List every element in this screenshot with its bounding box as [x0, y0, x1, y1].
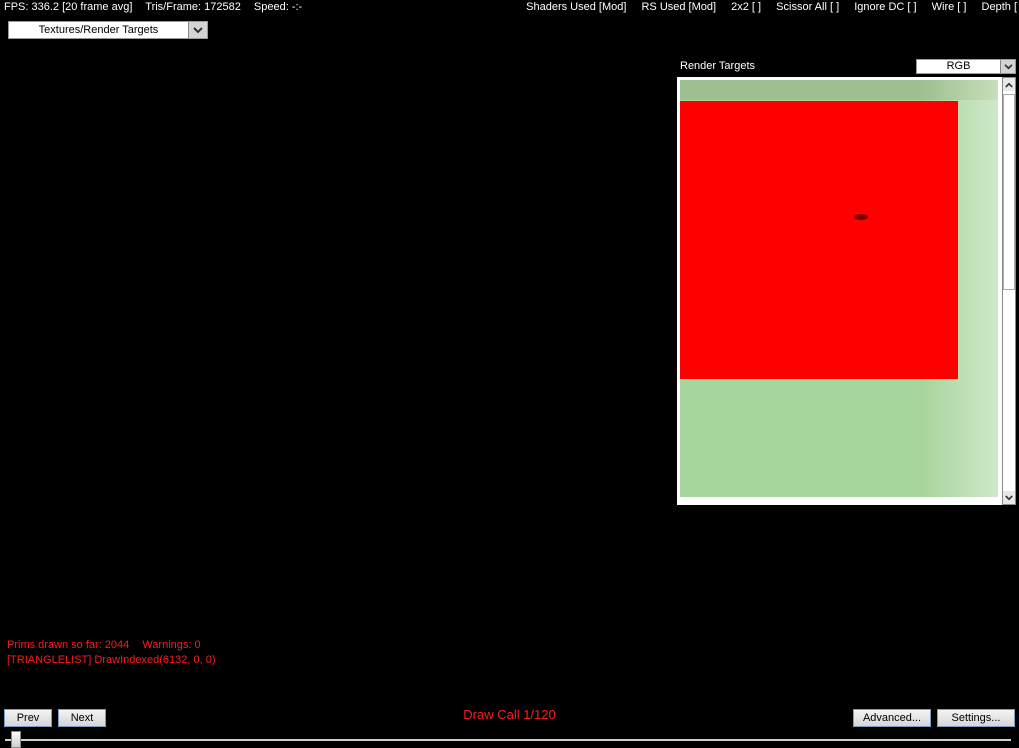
two-by-two-toggle[interactable]: 2x2 [ ]	[731, 1, 761, 13]
draw-call-log-line: [TRIANGLELIST] DrawIndexed(6132, 0, 0)	[7, 654, 216, 666]
view-select-value: Textures/Render Targets	[38, 24, 159, 36]
next-button[interactable]: Next	[58, 709, 106, 727]
settings-button[interactable]: Settings...	[937, 709, 1015, 727]
render-target-image	[680, 80, 998, 497]
chevron-down-icon[interactable]	[188, 22, 207, 38]
tris-readout: Tris/Frame: 172582	[145, 1, 241, 13]
advanced-button[interactable]: Advanced...	[853, 709, 931, 727]
status-bar-left: FPS: 336.2 [20 frame avg] Tris/Frame: 17…	[4, 1, 312, 13]
status-bar-right: Shaders Used [Mod] RS Used [Mod] 2x2 [ ]…	[514, 1, 1017, 13]
arrow-down-icon[interactable]	[1003, 491, 1015, 504]
ignore-dc-toggle[interactable]: Ignore DC [ ]	[854, 1, 916, 13]
depth-toggle[interactable]: Depth [	[982, 1, 1017, 13]
view-select[interactable]: Textures/Render Targets	[8, 21, 208, 39]
prims-log-line: Prims drawn so far: 2044 Warnings: 0	[7, 639, 211, 651]
prims-drawn-text: Prims drawn so far: 2044	[7, 639, 130, 651]
render-target-mark	[854, 214, 868, 220]
prev-button[interactable]: Prev	[4, 709, 52, 727]
render-target-preview[interactable]	[677, 77, 1002, 505]
render-target-red-region	[680, 101, 958, 379]
render-target-scrollbar[interactable]	[1002, 77, 1016, 505]
wire-toggle[interactable]: Wire [ ]	[932, 1, 967, 13]
warnings-text: Warnings: 0	[142, 639, 201, 651]
channel-select[interactable]: RGB	[916, 59, 1016, 74]
scissor-all-toggle[interactable]: Scissor All [ ]	[776, 1, 839, 13]
arrow-up-icon[interactable]	[1003, 78, 1015, 91]
channel-select-value: RGB	[946, 60, 971, 72]
draw-call-slider-track[interactable]	[5, 739, 1011, 741]
render-target-top-band	[680, 80, 998, 100]
rs-used-toggle[interactable]: RS Used [Mod]	[641, 1, 716, 13]
draw-call-slider-thumb[interactable]	[11, 731, 21, 748]
fps-readout: FPS: 336.2 [20 frame avg]	[4, 1, 133, 13]
render-targets-label: Render Targets	[680, 60, 756, 72]
chevron-down-icon[interactable]	[1000, 60, 1015, 73]
speed-readout: Speed: -:-	[253, 1, 303, 13]
shaders-used-toggle[interactable]: Shaders Used [Mod]	[526, 1, 626, 13]
scrollbar-thumb[interactable]	[1003, 94, 1015, 290]
